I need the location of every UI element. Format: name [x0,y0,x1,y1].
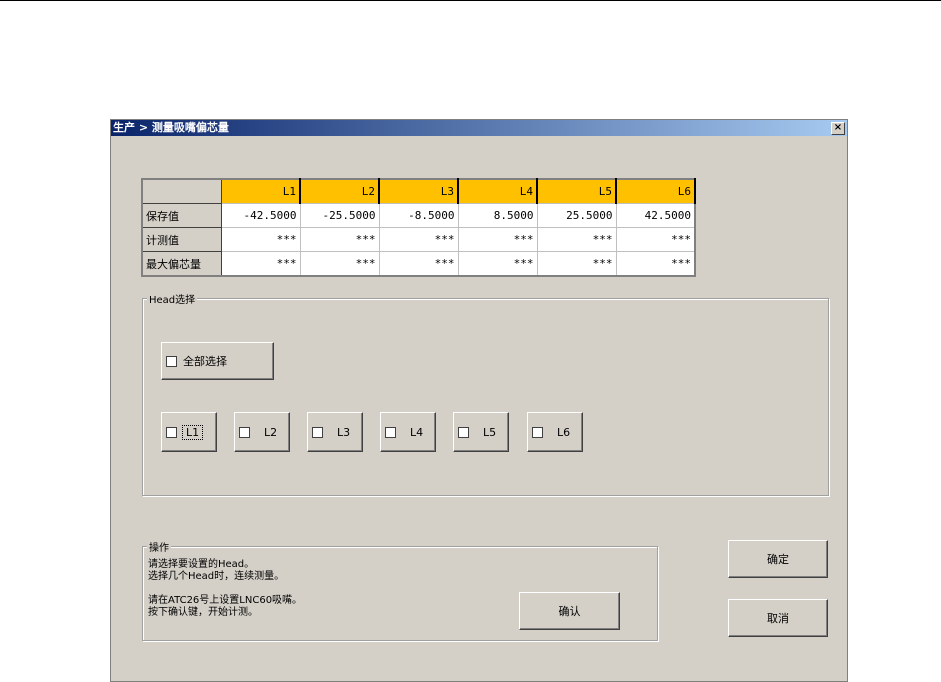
operation-group-label: 操作 [147,539,171,554]
table-cell: *** [615,251,696,277]
head-checkbox-l6[interactable]: L6 [527,412,583,452]
instruction-line [148,583,302,595]
row-header: 最大偏芯量 [141,251,222,277]
instruction-line: 请选择要设置的Head。 [148,559,255,570]
select-all-checkbox[interactable]: 全部选择 [161,342,274,380]
dialog-window: 生产 > 测量吸嘴偏芯量 × L1 L2 L3 L4 L5 L6 保存值 -42… [110,119,848,682]
head-label: L2 [264,425,278,439]
head-checkbox-l1[interactable]: L1 [161,412,217,452]
table-cell: *** [221,251,301,277]
head-group-label: Head选择 [147,291,198,306]
values-table: L1 L2 L3 L4 L5 L6 保存值 -42.5000 -25.5000 -8… [141,178,696,277]
head-label: L5 [483,425,497,439]
table-cell: *** [536,251,617,277]
head-select-group: Head选择 全部选择 L1 L2 L3 L4 L5 L6 [142,291,829,496]
instruction-line: 请在ATC26号上设置LNC60吸嘴。 [148,595,303,606]
checkbox-icon [458,426,469,438]
checkbox-icon [312,426,323,438]
column-header: L6 [615,178,696,204]
instruction-text: 请选择要设置的Head。 选择几个Head时，连续测量。 请在ATC26号上设置… [148,559,302,619]
table-cell: *** [457,251,538,277]
table-row: 计测值 *** *** *** *** *** *** [141,227,696,252]
table-cell: *** [536,227,617,252]
table-cell: 42.5000 [615,203,696,228]
table-header-row: L1 L2 L3 L4 L5 L6 [141,178,696,204]
table-cell: *** [615,227,696,252]
table-cell: *** [299,227,380,252]
checkbox-icon [239,426,250,438]
head-checkbox-l4[interactable]: L4 [380,412,436,452]
instruction-line: 按下确认键，开始计测。 [148,607,258,618]
row-header: 计测值 [141,227,222,252]
head-label: L3 [337,425,351,439]
table-row: 保存值 -42.5000 -25.5000 -8.5000 8.5000 25.5000… [141,203,696,228]
checkbox-icon [166,426,177,438]
table-cell: *** [378,227,459,252]
top-divider [0,0,941,1]
column-header: L1 [221,178,301,204]
checkbox-icon [385,426,396,438]
checkbox-icon [166,355,177,367]
table-cell: -42.5000 [221,203,301,228]
column-header: L5 [536,178,617,204]
head-label: L1 [181,424,204,440]
table-cell: 8.5000 [457,203,538,228]
head-label: L4 [410,425,424,439]
table-cell: -8.5000 [378,203,459,228]
close-button[interactable]: × [831,122,845,135]
column-header: L3 [378,178,459,204]
table-cell: *** [221,227,301,252]
instruction-line: 选择几个Head时，连续测量。 [148,571,285,582]
corner-cell [141,178,222,204]
head-label: L6 [557,425,571,439]
cancel-button[interactable]: 取消 [728,599,828,637]
table-cell: *** [299,251,380,277]
select-all-label: 全部选择 [183,355,227,368]
title-bar: 生产 > 测量吸嘴偏芯量 × [111,120,847,136]
ok-button[interactable]: 确定 [728,540,828,578]
column-header: L2 [299,178,380,204]
head-checkbox-l3[interactable]: L3 [307,412,363,452]
column-header: L4 [457,178,538,204]
checkbox-icon [532,426,543,438]
confirm-button[interactable]: 确认 [519,592,620,630]
row-header: 保存值 [141,203,222,228]
head-checkbox-l2[interactable]: L2 [234,412,290,452]
operation-group: 操作 请选择要设置的Head。 选择几个Head时，连续测量。 请在ATC26号… [142,539,658,641]
window-title: 生产 > 测量吸嘴偏芯量 [113,121,229,134]
table-cell: *** [378,251,459,277]
table-row: 最大偏芯量 *** *** *** *** *** *** [141,251,696,277]
head-checkbox-l5[interactable]: L5 [453,412,509,452]
table-cell: 25.5000 [536,203,617,228]
table-cell: -25.5000 [299,203,380,228]
table-cell: *** [457,227,538,252]
